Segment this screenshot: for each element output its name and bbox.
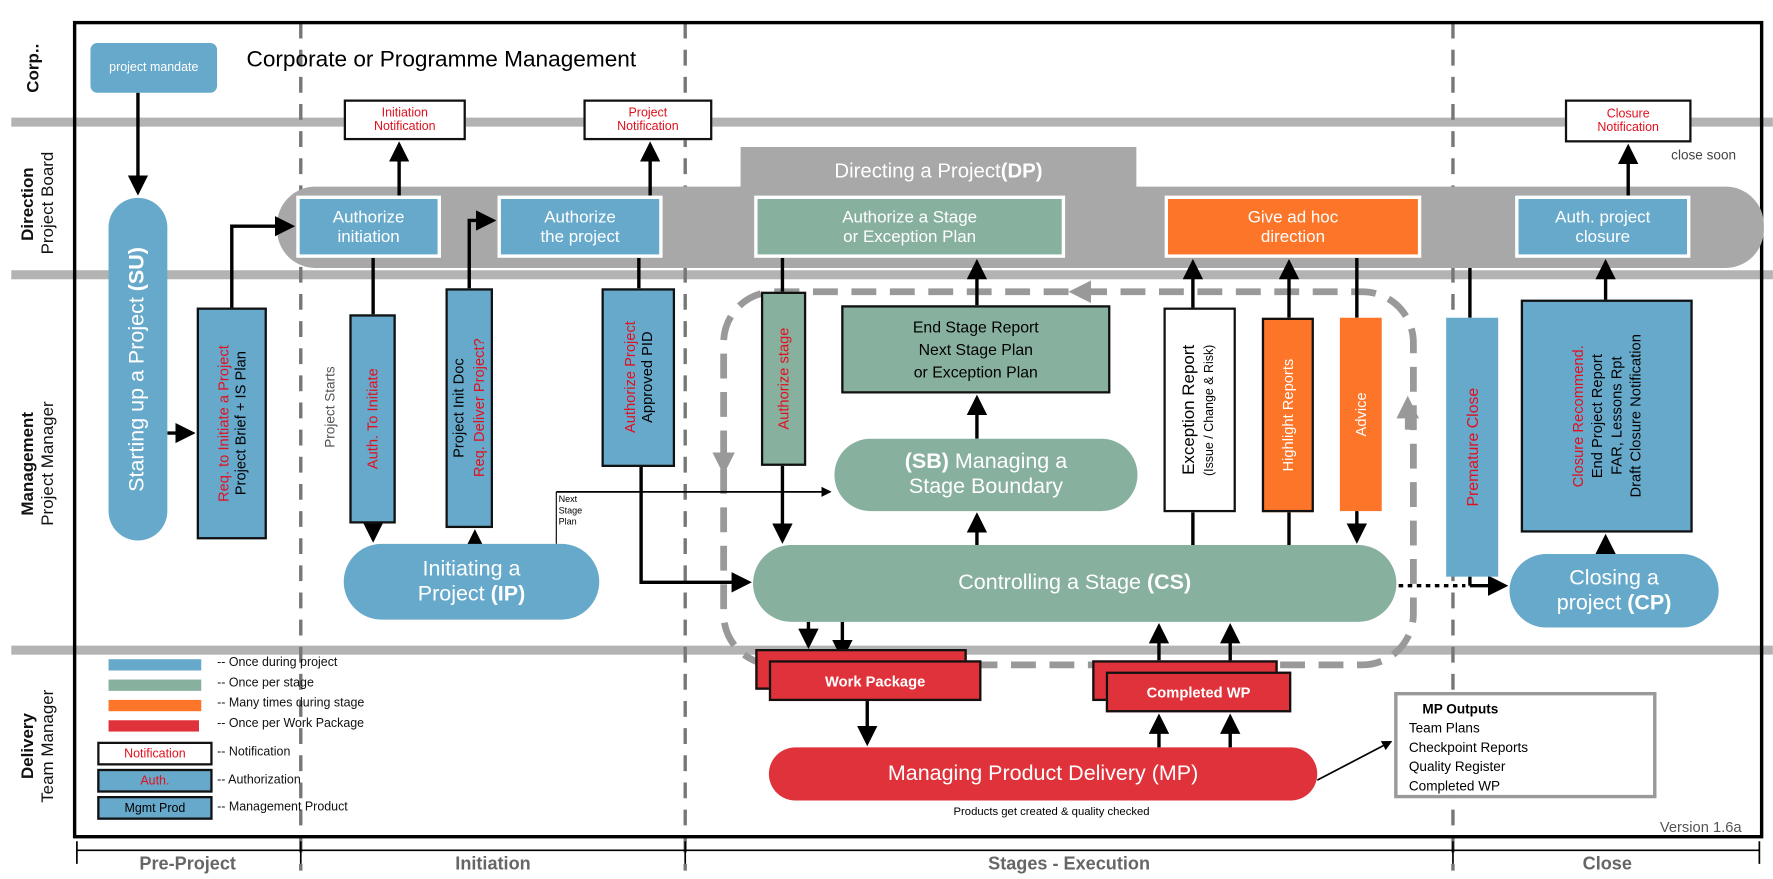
mp-output-item: Checkpoint Reports (1408, 739, 1529, 756)
legend-auth-box: Auth. (97, 768, 213, 793)
initiation-notification: Initiation Notification (343, 99, 466, 141)
phase-stages-execution: Stages - Execution (988, 854, 1151, 875)
mp-output-item: Completed WP (1408, 777, 1501, 794)
mp-outputs: MP Outputs Team Plans Checkpoint Reports… (1394, 691, 1657, 799)
legend-label: -- Once per Work Package (217, 716, 365, 731)
work-package: Work Package (768, 660, 982, 702)
closing-a-project: Closing a project (CP) (1509, 554, 1719, 628)
authorize-project-pid: Authorize Project Approved PID (601, 288, 676, 467)
lane-delivery: Delivery Team Manager (18, 689, 58, 803)
highlight-reports: Highlight Reports (1261, 317, 1314, 513)
phase-initiation: Initiation (455, 854, 531, 875)
legend-label: -- Once per stage (217, 676, 314, 690)
lane-direction: Direction Project Board (18, 152, 58, 255)
exception-report: Exception Report (Issue / Change & Risk) (1163, 307, 1236, 513)
mp-output-item: Team Plans (1408, 720, 1480, 737)
legend-swatch-blue (108, 659, 202, 671)
phase-pre-project: Pre-Project (139, 854, 236, 875)
lane-corp: Corp.. (23, 43, 43, 93)
project-notification: Project Notification (583, 99, 713, 141)
controlling-a-stage: Controlling a Stage (CS) (753, 544, 1397, 622)
authorize-initiation: Authorize initiation (296, 195, 441, 258)
legend-label: -- Many times during stage (217, 696, 365, 711)
dp-title: Directing a Project (DP) (834, 158, 1043, 182)
legend-label: -- Once during project (217, 655, 338, 670)
project-mandate: project mandate (90, 42, 218, 93)
version-label: Version 1.6a (1659, 818, 1742, 836)
phase-close: Close (1582, 854, 1632, 875)
lane-management: Management Project Manager (18, 401, 58, 526)
initiating-a-project: Initiating a Project (IP) (343, 543, 600, 620)
end-stage-report: End Stage Report Next Stage Plan or Except… (841, 305, 1111, 394)
give-ad-hoc-direction: Give ad hoc direction (1164, 195, 1422, 258)
req-to-initiate: Req. to Initiate a Project Project Brief … (196, 307, 267, 540)
authorize-project-closure: Auth. project closure (1515, 195, 1691, 258)
closure-notification: Closure Notification (1564, 99, 1692, 143)
legend-swatch-green (108, 679, 202, 691)
starting-up-a-project: Starting up a Project (SU) (108, 197, 168, 541)
auth-to-initiate: Auth. To Initiate (349, 314, 396, 524)
prince2-process-diagram: Corp.. Direction Project Board Management… (0, 0, 1773, 879)
completed-wp: Completed WP (1105, 671, 1292, 713)
legend-label: -- Authorization (217, 773, 301, 787)
legend-label: -- Management Product (217, 800, 348, 815)
authorize-stage: Authorize a Stage or Exception Plan (754, 195, 1066, 258)
next-stage-plan-label: Next Stage Plan (558, 494, 583, 527)
close-soon-note: close soon (1671, 146, 1737, 163)
advice: Advice (1339, 317, 1382, 512)
closure-recommendation: Closure Recommend. End Project Report FAR,… (1520, 299, 1693, 533)
authorize-the-project: Authorize the project (497, 195, 663, 258)
managing-stage-boundary: (SB) Managing a Stage Boundary (834, 438, 1138, 512)
project-init-doc: Project Init Doc Req. Deliver Project? (445, 288, 493, 529)
project-starts-label: Project Starts (322, 366, 339, 448)
legend-swatch-red (108, 720, 200, 732)
legend-label: -- Notification (217, 745, 291, 759)
corp-title: Corporate or Programme Management (246, 47, 637, 73)
legend-swatch-orange (108, 699, 202, 712)
managing-product-delivery: Managing Product Delivery (MP) (768, 747, 1318, 801)
authorize-stage-product: Authorize stage (760, 291, 807, 466)
mp-output-item: Quality Register (1408, 758, 1506, 775)
mp-note: Products get created & quality checked (953, 806, 1150, 819)
mp-outputs-title: MP Outputs (1422, 701, 1499, 717)
legend-mgmt-prod-box: Mgmt Prod (97, 796, 213, 820)
legend-notification-box: Notification (97, 741, 213, 766)
premature-close: Premature Close (1446, 317, 1499, 577)
